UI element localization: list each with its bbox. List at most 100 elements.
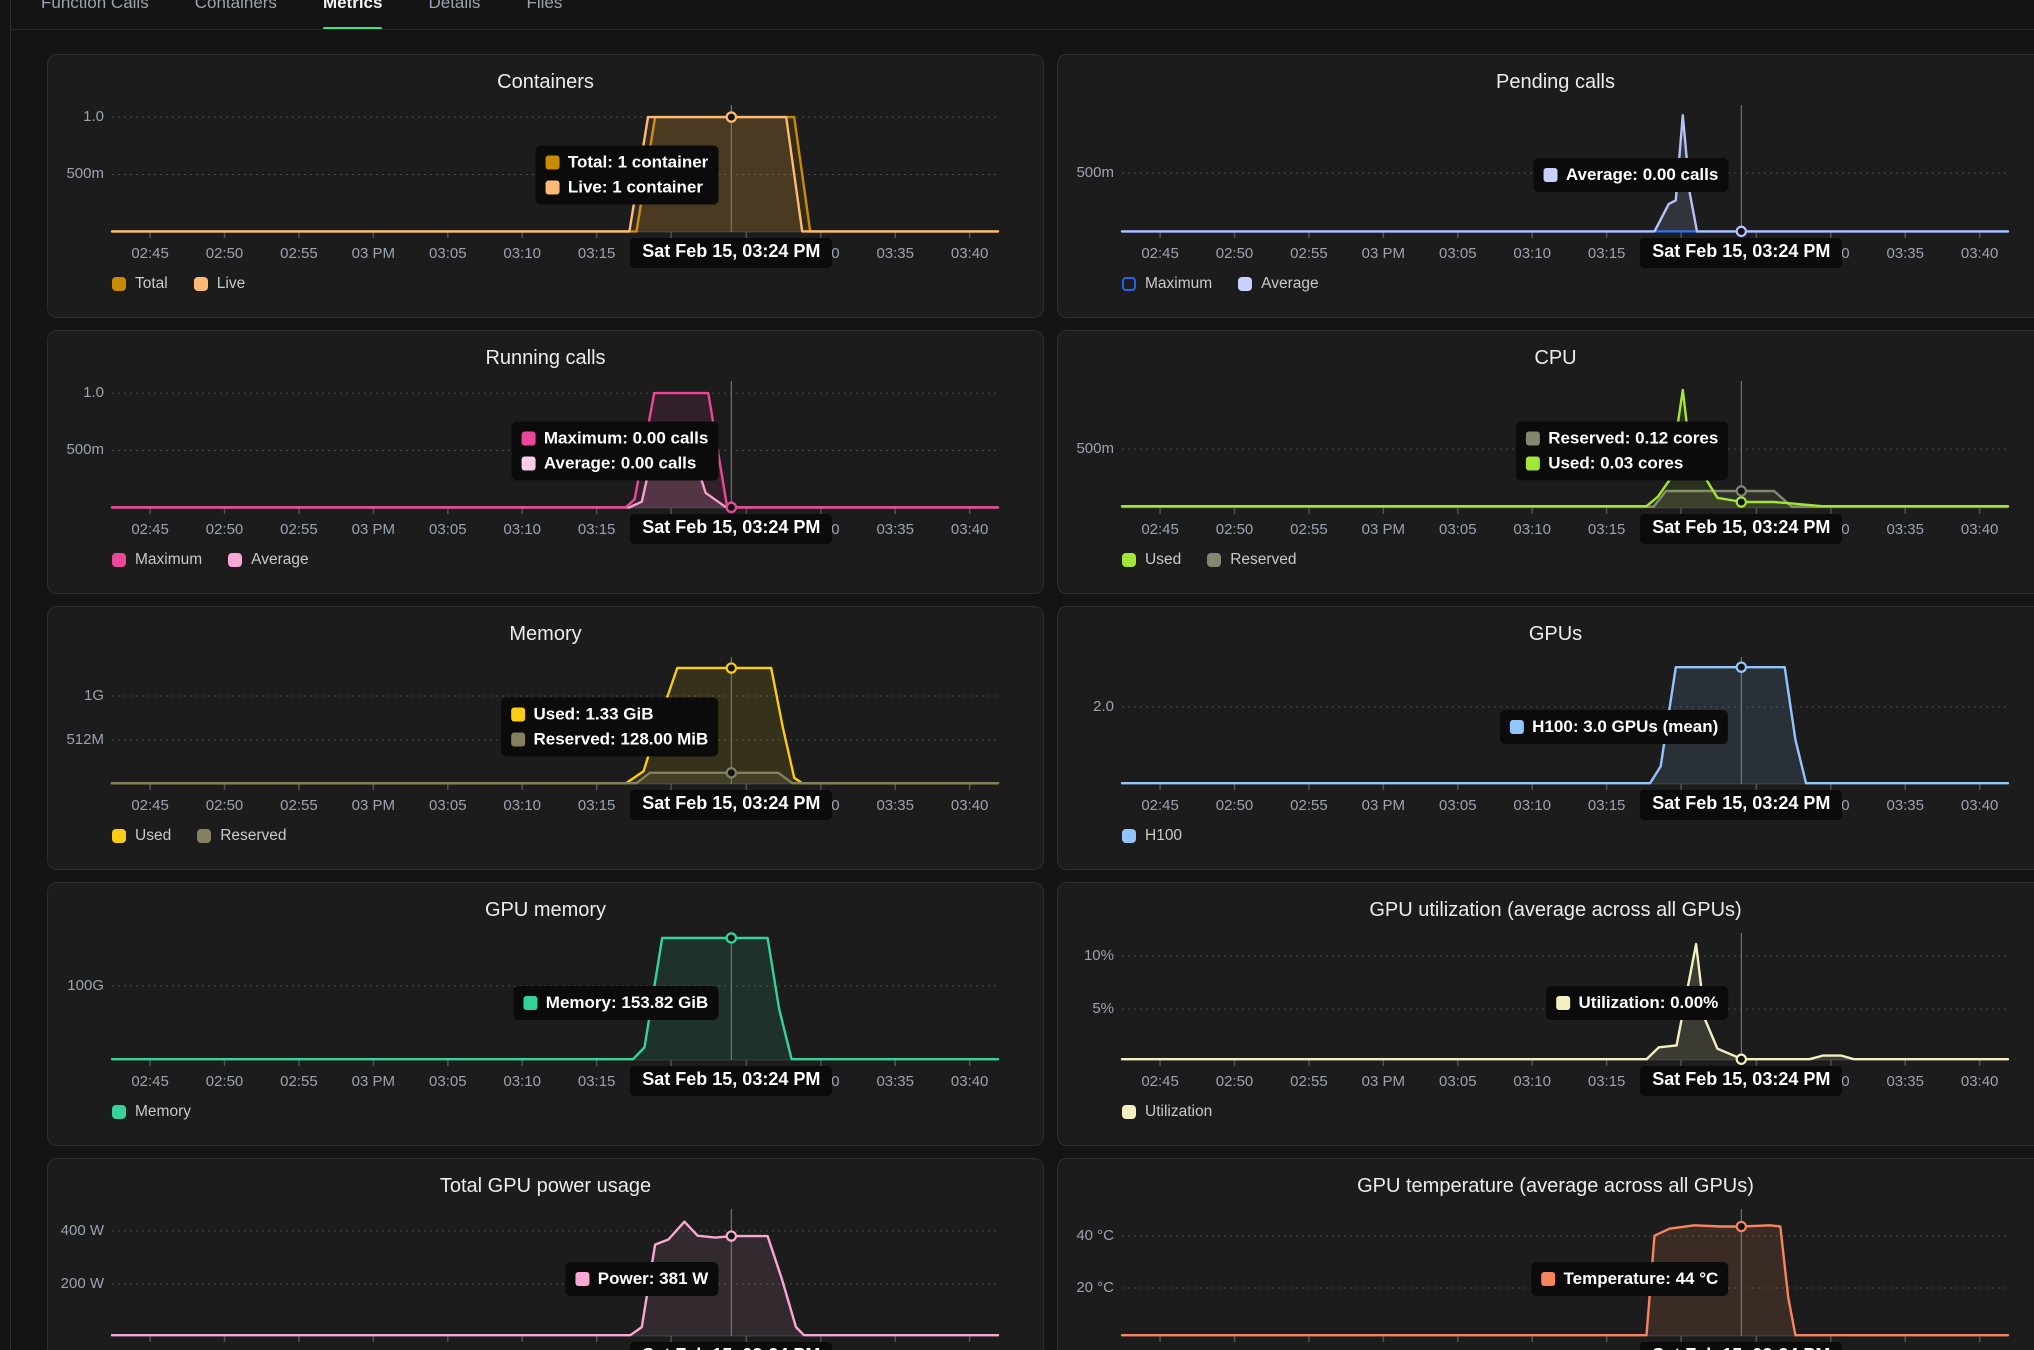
x-axis-label: 02:45 (1141, 797, 1179, 814)
legend-color-swatch (112, 1105, 126, 1119)
chart-plot-area[interactable]: 40 °C20 °C02:4502:5002:5503 PM03:0503:10… (1122, 1209, 2008, 1336)
y-axis-label: 512M (42, 731, 104, 749)
legend-item-total[interactable]: Total (112, 275, 168, 293)
tooltip-row: Power: 381 W (576, 1269, 709, 1289)
legend-item-average[interactable]: Average (228, 551, 308, 569)
tooltip-text: Maximum: 0.00 calls (544, 429, 708, 449)
legend-label: Total (135, 275, 168, 293)
x-axis-label: 03:10 (503, 1073, 541, 1090)
legend-label: Average (1261, 275, 1318, 293)
x-axis-label: 03:35 (876, 245, 914, 262)
chart-card-cpu: CPU 500m02:4502:5002:5503 PM03:0503:1003:… (1057, 330, 2034, 594)
y-axis-label: 40 °C (1052, 1227, 1114, 1245)
x-axis-label: 03:35 (1886, 797, 1924, 814)
legend-label: Maximum (135, 551, 202, 569)
x-axis-label: 02:50 (206, 797, 244, 814)
legend-color-swatch (112, 277, 126, 291)
cursor-date-tooltip: Sat Feb 15, 03:24 PM (630, 514, 832, 544)
x-axis-label: 03:40 (1961, 797, 1999, 814)
y-axis-label: 500m (1052, 164, 1114, 182)
legend-item-live[interactable]: Live (194, 275, 245, 293)
tooltip-text: Average: 0.00 calls (544, 454, 696, 474)
y-axis-label: 5% (1052, 1000, 1114, 1018)
chart-plot-area[interactable]: 500m02:4502:5002:5503 PM03:0503:1003:150… (1122, 105, 2008, 232)
chart-plot-area[interactable]: 2.002:4502:5002:5503 PM03:0503:1003:1503… (1122, 657, 2008, 784)
legend-color-swatch (1122, 829, 1136, 843)
tooltip-row: Maximum: 0.00 calls (522, 429, 708, 449)
x-axis-label: 03:10 (503, 521, 541, 538)
x-axis-label: 03:40 (951, 1073, 989, 1090)
cursor-date-tooltip: Sat Feb 15, 03:24 PM (630, 1342, 832, 1350)
legend-item-average[interactable]: Average (1238, 275, 1318, 293)
chart-card-gpu-memory: GPU memory100G02:4502:5002:5503 PM03:050… (47, 882, 1044, 1146)
legend-color-swatch (112, 829, 126, 843)
tab-containers[interactable]: Containers (195, 0, 277, 30)
metrics-page: Function Calls Containers Metrics Details Fi… (10, 0, 2034, 1350)
value-tooltip: Total: 1 containerLive: 1 container (536, 146, 718, 205)
tooltip-row: Utilization: 0.00% (1557, 993, 1719, 1013)
x-axis-label: 02:45 (1141, 1073, 1179, 1090)
legend-label: Used (1145, 551, 1181, 569)
value-tooltip: Reserved: 0.12 coresUsed: 0.03 cores (1516, 422, 1728, 481)
chart-title: CPU (1058, 347, 2034, 370)
cursor-date-tooltip: Sat Feb 15, 03:24 PM (1640, 1342, 1842, 1350)
legend-item-used[interactable]: Used (1122, 551, 1181, 569)
tooltip-text: Power: 381 W (598, 1269, 709, 1289)
y-axis-label: 10% (1052, 947, 1114, 965)
chart-legend: H100 (1122, 827, 1182, 845)
legend-item-h100[interactable]: H100 (1122, 827, 1182, 845)
legend-item-utilization[interactable]: Utilization (1122, 1103, 1212, 1121)
legend-item-used[interactable]: Used (112, 827, 171, 845)
legend-label: Memory (135, 1103, 191, 1121)
x-axis-label: 02:45 (1141, 521, 1179, 538)
tab-metrics[interactable]: Metrics (323, 0, 383, 30)
legend-color-swatch (1238, 277, 1252, 291)
tab-label: Function Calls (41, 0, 149, 12)
chart-plot-area[interactable]: 500m02:4502:5002:5503 PM03:0503:1003:150… (1122, 381, 2008, 508)
chart-title: GPU utilization (average across all GPUs… (1058, 899, 2034, 922)
chart-plot-area[interactable]: 100G02:4502:5002:5503 PM03:0503:1003:150… (112, 933, 998, 1060)
tooltip-text: Total: 1 container (568, 153, 708, 173)
y-axis-label: 500m (42, 165, 104, 183)
chart-plot-area[interactable]: 1.0500m02:4502:5002:5503 PM03:0503:1003:… (112, 105, 998, 232)
x-axis-label: 02:45 (131, 1073, 169, 1090)
chart-plot-area[interactable]: 1.0500m02:4502:5002:5503 PM03:0503:1003:… (112, 381, 998, 508)
x-axis-label: 03 PM (352, 245, 395, 262)
chart-legend: Maximum Average (112, 551, 309, 569)
chart-card-running-calls: Running calls1.0500m02:4502:5002:5503 PM… (47, 330, 1044, 594)
tab-details[interactable]: Details (428, 0, 480, 30)
series-color-swatch (576, 1272, 590, 1286)
x-axis-label: 03:05 (1439, 521, 1477, 538)
x-axis-label: 03:35 (876, 521, 914, 538)
x-axis-label: 02:55 (280, 521, 318, 538)
legend-color-swatch (1122, 1105, 1136, 1119)
legend-item-reserved[interactable]: Reserved (1207, 551, 1296, 569)
tooltip-text: H100: 3.0 GPUs (mean) (1532, 717, 1718, 737)
tab-files[interactable]: Files (526, 0, 562, 30)
chart-title: Pending calls (1058, 71, 2034, 94)
x-axis-label: 03:05 (429, 797, 467, 814)
y-axis-label: 500m (42, 441, 104, 459)
legend-item-maximum[interactable]: Maximum (1122, 275, 1212, 293)
legend-color-swatch (197, 829, 211, 843)
chart-legend: Memory (112, 1103, 191, 1121)
x-axis-label: 03 PM (352, 521, 395, 538)
y-axis-label: 400 W (42, 1222, 104, 1240)
legend-color-swatch (112, 553, 126, 567)
x-axis-label: 03:40 (1961, 245, 1999, 262)
chart-plot-area[interactable]: 1G512M02:4502:5002:5503 PM03:0503:1003:1… (112, 657, 998, 784)
active-tab-underline (323, 27, 383, 30)
chart-title: GPUs (1058, 623, 2034, 646)
tab-function-calls[interactable]: Function Calls (41, 0, 149, 30)
x-axis-label: 02:45 (131, 797, 169, 814)
tooltip-row: Reserved: 128.00 MiB (511, 730, 708, 750)
tooltip-row: Used: 0.03 cores (1526, 454, 1718, 474)
legend-item-reserved[interactable]: Reserved (197, 827, 286, 845)
chart-plot-area[interactable]: 400 W200 W02:4502:5002:5503 PM03:0503:10… (112, 1209, 998, 1336)
legend-item-memory[interactable]: Memory (112, 1103, 191, 1121)
chart-plot-area[interactable]: 10%5%02:4502:5002:5503 PM03:0503:1003:15… (1122, 933, 2008, 1060)
series-color-swatch (511, 733, 525, 747)
legend-item-maximum[interactable]: Maximum (112, 551, 202, 569)
cursor-date-tooltip: Sat Feb 15, 03:24 PM (1640, 514, 1842, 544)
tooltip-row: Temperature: 44 °C (1542, 1269, 1719, 1289)
